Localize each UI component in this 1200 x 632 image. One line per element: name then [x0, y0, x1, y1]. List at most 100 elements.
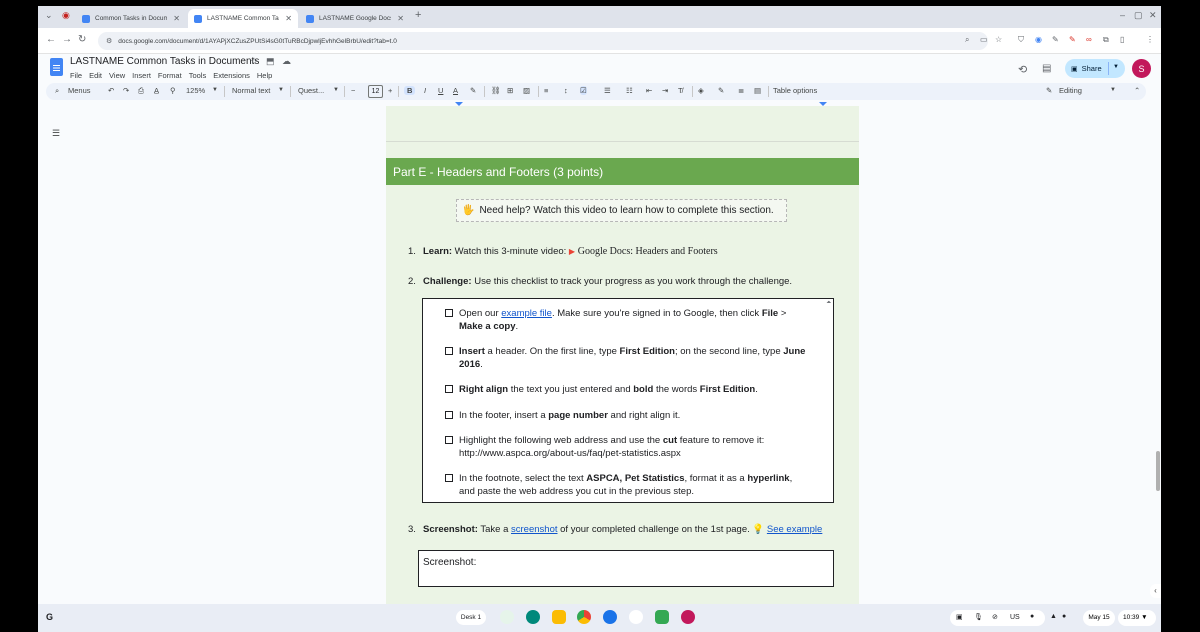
cell-fill-icon[interactable]: ◈	[698, 86, 704, 95]
decrease-font-size-icon[interactable]: −	[351, 86, 355, 95]
editing-pencil-icon[interactable]: ✎	[1046, 86, 1052, 95]
sheets-app-icon[interactable]	[655, 610, 669, 624]
reload-icon[interactable]: ↻	[78, 34, 86, 45]
restore-button[interactable]: ▢	[1134, 10, 1143, 21]
menu-file[interactable]: File	[70, 71, 82, 80]
align-icon[interactable]: ≡	[544, 86, 548, 95]
account-avatar[interactable]: S	[1132, 59, 1151, 78]
extensions-puzzle-icon[interactable]: ⧉	[1103, 35, 1109, 45]
bookmark-star-icon[interactable]: ☆	[995, 35, 1002, 44]
checklist-icon[interactable]: ☑	[580, 86, 587, 95]
close-tab-icon[interactable]: ✕	[397, 14, 404, 23]
status-tray[interactable]: ▣ 🎙 ⊘ US ●	[950, 610, 1045, 626]
desk-button[interactable]: Desk 1	[456, 610, 486, 625]
zoom-dropdown-icon[interactable]: ▼	[212, 87, 218, 93]
style-select[interactable]: Normal text	[232, 86, 270, 95]
chrome-app-icon[interactable]	[577, 610, 591, 624]
menu-edit[interactable]: Edit	[89, 71, 102, 80]
redo-icon[interactable]: ↷	[123, 86, 129, 95]
clock-wifi-tray[interactable]: 10:39 ▼	[1118, 610, 1156, 626]
print-icon[interactable]: ⎙	[138, 86, 144, 96]
increase-font-size-icon[interactable]: +	[388, 86, 392, 95]
border-width-icon[interactable]: ≣	[738, 86, 744, 95]
document-outline-icon[interactable]: ☰	[52, 128, 60, 139]
table-scroll-icon[interactable]: ⏶	[826, 300, 831, 307]
close-tab-icon[interactable]: ✕	[173, 14, 180, 23]
checkbox[interactable]	[445, 385, 453, 393]
omnibox[interactable]: ⚙ docs.google.com/document/d/1AYAPjXCZus…	[98, 32, 988, 50]
tab-search-chevron-icon[interactable]: ⌄	[45, 10, 53, 21]
screenshot-box[interactable]: Screenshot:	[418, 550, 834, 587]
underline-icon[interactable]: U	[438, 86, 443, 95]
bulleted-list-icon[interactable]: ☰	[604, 86, 611, 95]
do-not-disturb-icon[interactable]: ⊘	[992, 613, 998, 621]
insert-link-icon[interactable]: ⛓	[491, 86, 501, 95]
table-options-button[interactable]: Table options	[773, 86, 817, 95]
meet-app-icon[interactable]	[526, 610, 540, 624]
hide-menus-chevron-icon[interactable]: ⌃	[1134, 86, 1140, 95]
settings-dot-icon[interactable]: ●	[1062, 613, 1066, 620]
side-panel-toggle-icon[interactable]: ‹	[1150, 584, 1161, 598]
tab-common-tasks[interactable]: Common Tasks in Documents ✕	[76, 9, 186, 28]
menu-help[interactable]: Help	[257, 71, 272, 80]
mode-select[interactable]: Editing	[1059, 86, 1082, 95]
document-title[interactable]: LASTNAME Common Tasks in Documents	[70, 56, 259, 67]
checkbox[interactable]	[445, 411, 453, 419]
phone-app-icon[interactable]	[500, 610, 514, 624]
zoom-icon[interactable]: ⌕	[965, 35, 969, 45]
video-chip[interactable]: Google Docs: Headers and Footers	[578, 246, 718, 257]
clipboard-icon[interactable]: ▣	[956, 613, 963, 621]
share-dropdown-icon[interactable]: ▼	[1113, 64, 1119, 70]
menu-format[interactable]: Format	[158, 71, 182, 80]
keep-app-icon[interactable]	[552, 610, 566, 624]
insert-image-icon[interactable]: ▨	[523, 86, 530, 95]
menus-search-label[interactable]: Menus	[68, 86, 91, 95]
close-window-button[interactable]: ✕	[1149, 10, 1157, 21]
font-dropdown-icon[interactable]: ▼	[333, 87, 339, 93]
site-info-icon[interactable]: ⚙	[106, 37, 112, 45]
close-tab-icon[interactable]: ✕	[285, 14, 292, 23]
screencast-extension-icon[interactable]: ∞	[1086, 35, 1092, 44]
docs-logo-icon[interactable]	[50, 58, 63, 76]
menu-extensions[interactable]: Extensions	[213, 71, 250, 80]
checklist-table[interactable]: ⏶ Open our example file. Make sure you'r…	[422, 298, 834, 503]
alert-icon[interactable]: ▲	[1050, 613, 1057, 620]
comments-icon[interactable]: ▤	[1042, 63, 1051, 74]
vertical-scrollbar[interactable]	[1154, 106, 1161, 604]
example-file-link[interactable]: example file	[501, 308, 552, 319]
extension-shield-icon[interactable]: ⛉	[1018, 35, 1024, 45]
extension-icon[interactable]: ◉	[1035, 35, 1042, 44]
border-color-icon[interactable]: ✎	[718, 86, 724, 95]
undo-icon[interactable]: ↶	[108, 86, 114, 95]
share-button[interactable]: ▣ Share ▼	[1065, 59, 1125, 78]
increase-indent-icon[interactable]: ⇥	[662, 86, 668, 95]
font-size-input[interactable]: 12	[368, 85, 383, 98]
side-panel-icon[interactable]: ▯	[1120, 35, 1124, 44]
files-app-icon[interactable]	[603, 610, 617, 624]
new-tab-button[interactable]: +	[415, 9, 421, 21]
numbered-list-icon[interactable]: ☷	[626, 86, 633, 95]
notifications-icon[interactable]: ●	[1030, 613, 1034, 620]
decrease-indent-icon[interactable]: ⇤	[646, 86, 652, 95]
annotate-extension-icon[interactable]: ✎	[1069, 35, 1076, 44]
document-page[interactable]: Part E - Headers and Footers (3 points) …	[386, 106, 859, 604]
add-comment-icon[interactable]: ⊞	[507, 86, 513, 95]
checkbox[interactable]	[445, 474, 453, 482]
border-dash-icon[interactable]: ▤	[754, 86, 761, 95]
line-spacing-icon[interactable]: ↕	[564, 86, 568, 95]
highlight-color-icon[interactable]: ✎	[470, 86, 476, 95]
version-history-icon[interactable]: ⟲	[1018, 63, 1027, 76]
font-select[interactable]: Quest...	[298, 86, 324, 95]
style-dropdown-icon[interactable]: ▼	[278, 87, 284, 93]
recording-icon[interactable]: ◉	[62, 10, 70, 21]
forward-icon[interactable]: →	[62, 34, 72, 45]
bold-icon[interactable]: B	[404, 86, 416, 95]
play-store-icon[interactable]	[629, 610, 643, 624]
menu-view[interactable]: View	[109, 71, 125, 80]
scrollbar-thumb[interactable]	[1156, 451, 1160, 491]
pen-extension-icon[interactable]: ✎	[1052, 35, 1059, 44]
back-icon[interactable]: ←	[46, 34, 56, 45]
menu-tools[interactable]: Tools	[189, 71, 207, 80]
cloud-status-icon[interactable]: ☁	[282, 56, 291, 67]
checkbox[interactable]	[445, 309, 453, 317]
